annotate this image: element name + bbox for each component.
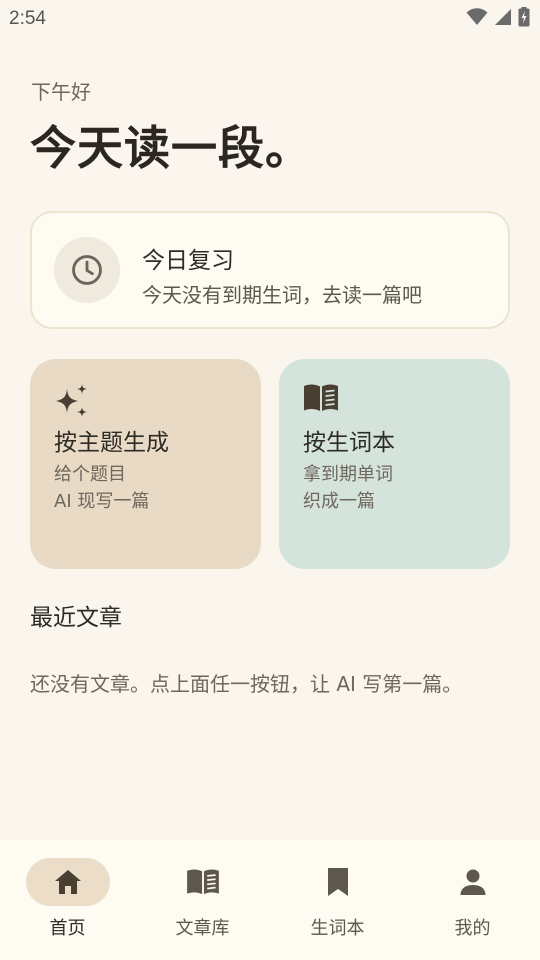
sparkles-icon bbox=[56, 384, 87, 417]
tile-description: 给个题目 bbox=[54, 464, 126, 485]
home-icon bbox=[54, 870, 81, 894]
review-subtitle: 今天没有到期生词，去读一篇吧 bbox=[142, 283, 422, 307]
status-bar: 2:54 bbox=[0, 0, 540, 36]
daily-review-card[interactable]: 今日复习 今天没有到期生词，去读一篇吧 bbox=[30, 211, 510, 329]
library-icon bbox=[186, 869, 219, 895]
status-time: 2:54 bbox=[9, 8, 46, 29]
nav-active-indicator bbox=[25, 858, 110, 906]
tile-description: AI 现写一篇 bbox=[54, 491, 150, 512]
status-icons bbox=[466, 7, 530, 27]
page-headline: 今天读一段。 bbox=[30, 121, 312, 175]
generate-from-vocabulary-button[interactable]: 按生词本 拿到期单词 织成一篇 bbox=[279, 359, 510, 569]
tile-title: 按主题生成 bbox=[54, 430, 169, 456]
book-icon bbox=[304, 384, 338, 411]
nav-item-library[interactable]: 文章库 bbox=[135, 840, 270, 960]
nav-label: 首页 bbox=[49, 918, 86, 939]
battery-icon bbox=[518, 7, 530, 27]
tile-description: 拿到期单词 bbox=[303, 464, 393, 485]
recent-articles-heading: 最近文章 bbox=[30, 605, 122, 631]
nav-label: 我的 bbox=[454, 918, 491, 939]
nav-icon-slot bbox=[296, 858, 380, 906]
bottom-navigation: 首页 文章库 生词本 我的 bbox=[0, 840, 540, 960]
home-screen: 2:54 下午好 今天读一段。 今日复习 今天没有到期生词，去读一篇吧 按主题生… bbox=[0, 0, 540, 960]
review-icon-badge bbox=[54, 237, 120, 303]
bookmark-icon bbox=[327, 868, 348, 896]
nav-item-profile[interactable]: 我的 bbox=[405, 840, 540, 960]
nav-icon-slot bbox=[161, 858, 245, 906]
nav-icon-slot bbox=[431, 858, 515, 906]
nav-item-vocabulary[interactable]: 生词本 bbox=[270, 840, 405, 960]
greeting-text: 下午好 bbox=[31, 80, 91, 104]
person-icon bbox=[460, 869, 485, 895]
nav-label: 文章库 bbox=[175, 918, 230, 939]
empty-state-text: 还没有文章。点上面任一按钮，让 AI 写第一篇。 bbox=[30, 672, 463, 696]
generate-by-topic-button[interactable]: 按主题生成 给个题目 AI 现写一篇 bbox=[30, 359, 261, 569]
wifi-icon bbox=[466, 8, 488, 25]
nav-label: 生词本 bbox=[310, 918, 365, 939]
cellular-signal-icon bbox=[495, 9, 511, 25]
clock-icon bbox=[72, 255, 102, 285]
review-title: 今日复习 bbox=[142, 248, 234, 274]
tile-title: 按生词本 bbox=[303, 430, 395, 456]
nav-item-home[interactable]: 首页 bbox=[0, 840, 135, 960]
tile-description: 织成一篇 bbox=[303, 491, 375, 512]
